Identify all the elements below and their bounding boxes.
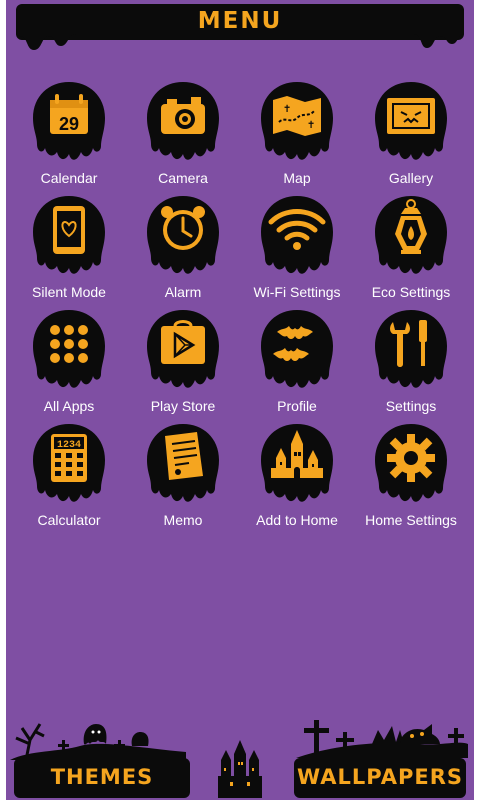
camera-icon	[147, 82, 219, 160]
castle-icon	[261, 424, 333, 502]
themes-label: THEMES	[50, 765, 154, 789]
app-profile[interactable]: Profile	[241, 308, 353, 422]
bats-icon	[261, 310, 333, 388]
calendar-icon: 29	[33, 82, 105, 160]
app-label: Calculator	[37, 512, 101, 528]
lantern-icon	[375, 196, 447, 274]
app-label: Silent Mode	[32, 284, 106, 300]
menu-header: MENU	[6, 0, 474, 50]
app-label: All Apps	[43, 398, 95, 414]
app-memo[interactable]: Memo	[127, 422, 239, 536]
app-eco-settings[interactable]: Eco Settings	[355, 194, 467, 308]
app-label: Settings	[385, 398, 437, 414]
svg-text:29: 29	[59, 114, 79, 134]
calculator-icon: 1234	[33, 424, 105, 502]
map-icon: ✝ ✝	[261, 82, 333, 160]
gear-icon	[375, 424, 447, 502]
app-label: Eco Settings	[371, 284, 451, 300]
menu-title: MENU	[197, 8, 283, 34]
app-play-store[interactable]: Play Store	[127, 308, 239, 422]
app-gallery[interactable]: Gallery	[355, 80, 467, 194]
app-alarm[interactable]: Alarm	[127, 194, 239, 308]
app-label: Add to Home	[256, 512, 338, 528]
app-label: Calendar	[40, 170, 98, 186]
bottom-bar: THEMES WALLPAPERS	[0, 700, 480, 800]
app-label: Camera	[158, 170, 208, 186]
svg-text:✝: ✝	[283, 104, 291, 115]
svg-text:✝: ✝	[307, 120, 315, 131]
wifi-icon	[261, 196, 333, 274]
gallery-icon	[375, 82, 447, 160]
app-add-to-home[interactable]: Add to Home	[241, 422, 353, 536]
home-screen: MENU 29 Calendar Camera ✝ ✝ Map Gallery …	[0, 0, 480, 800]
all-apps-icon	[33, 310, 105, 388]
app-all-apps[interactable]: All Apps	[13, 308, 125, 422]
memo-icon	[147, 424, 219, 502]
app-label: Memo	[163, 512, 203, 528]
app-label: Alarm	[164, 284, 202, 300]
play-store-icon	[147, 310, 219, 388]
app-map[interactable]: ✝ ✝ Map	[241, 80, 353, 194]
wrench-screwdriver-icon	[375, 310, 447, 388]
app-home-settings[interactable]: Home Settings	[355, 422, 467, 536]
wallpapers-label: WALLPAPERS	[297, 765, 463, 789]
app-label: Map	[283, 170, 311, 186]
alarm-icon	[147, 196, 219, 274]
app-label: Gallery	[388, 170, 434, 186]
silent-mode-icon	[33, 196, 105, 274]
app-settings[interactable]: Settings	[355, 308, 467, 422]
svg-text:1234: 1234	[57, 440, 81, 451]
wallpapers-button[interactable]: WALLPAPERS	[294, 758, 466, 798]
app-label: Home Settings	[365, 512, 457, 528]
app-calendar[interactable]: 29 Calendar	[13, 80, 125, 194]
app-label: Profile	[277, 398, 317, 414]
app-label: Wi-Fi Settings	[253, 284, 341, 300]
app-camera[interactable]: Camera	[127, 80, 239, 194]
themes-button[interactable]: THEMES	[14, 758, 190, 798]
app-wifi-settings[interactable]: Wi-Fi Settings	[241, 194, 353, 308]
app-label: Play Store	[150, 398, 216, 414]
app-calculator[interactable]: 1234 Calculator	[13, 422, 125, 536]
app-silent-mode[interactable]: Silent Mode	[13, 194, 125, 308]
